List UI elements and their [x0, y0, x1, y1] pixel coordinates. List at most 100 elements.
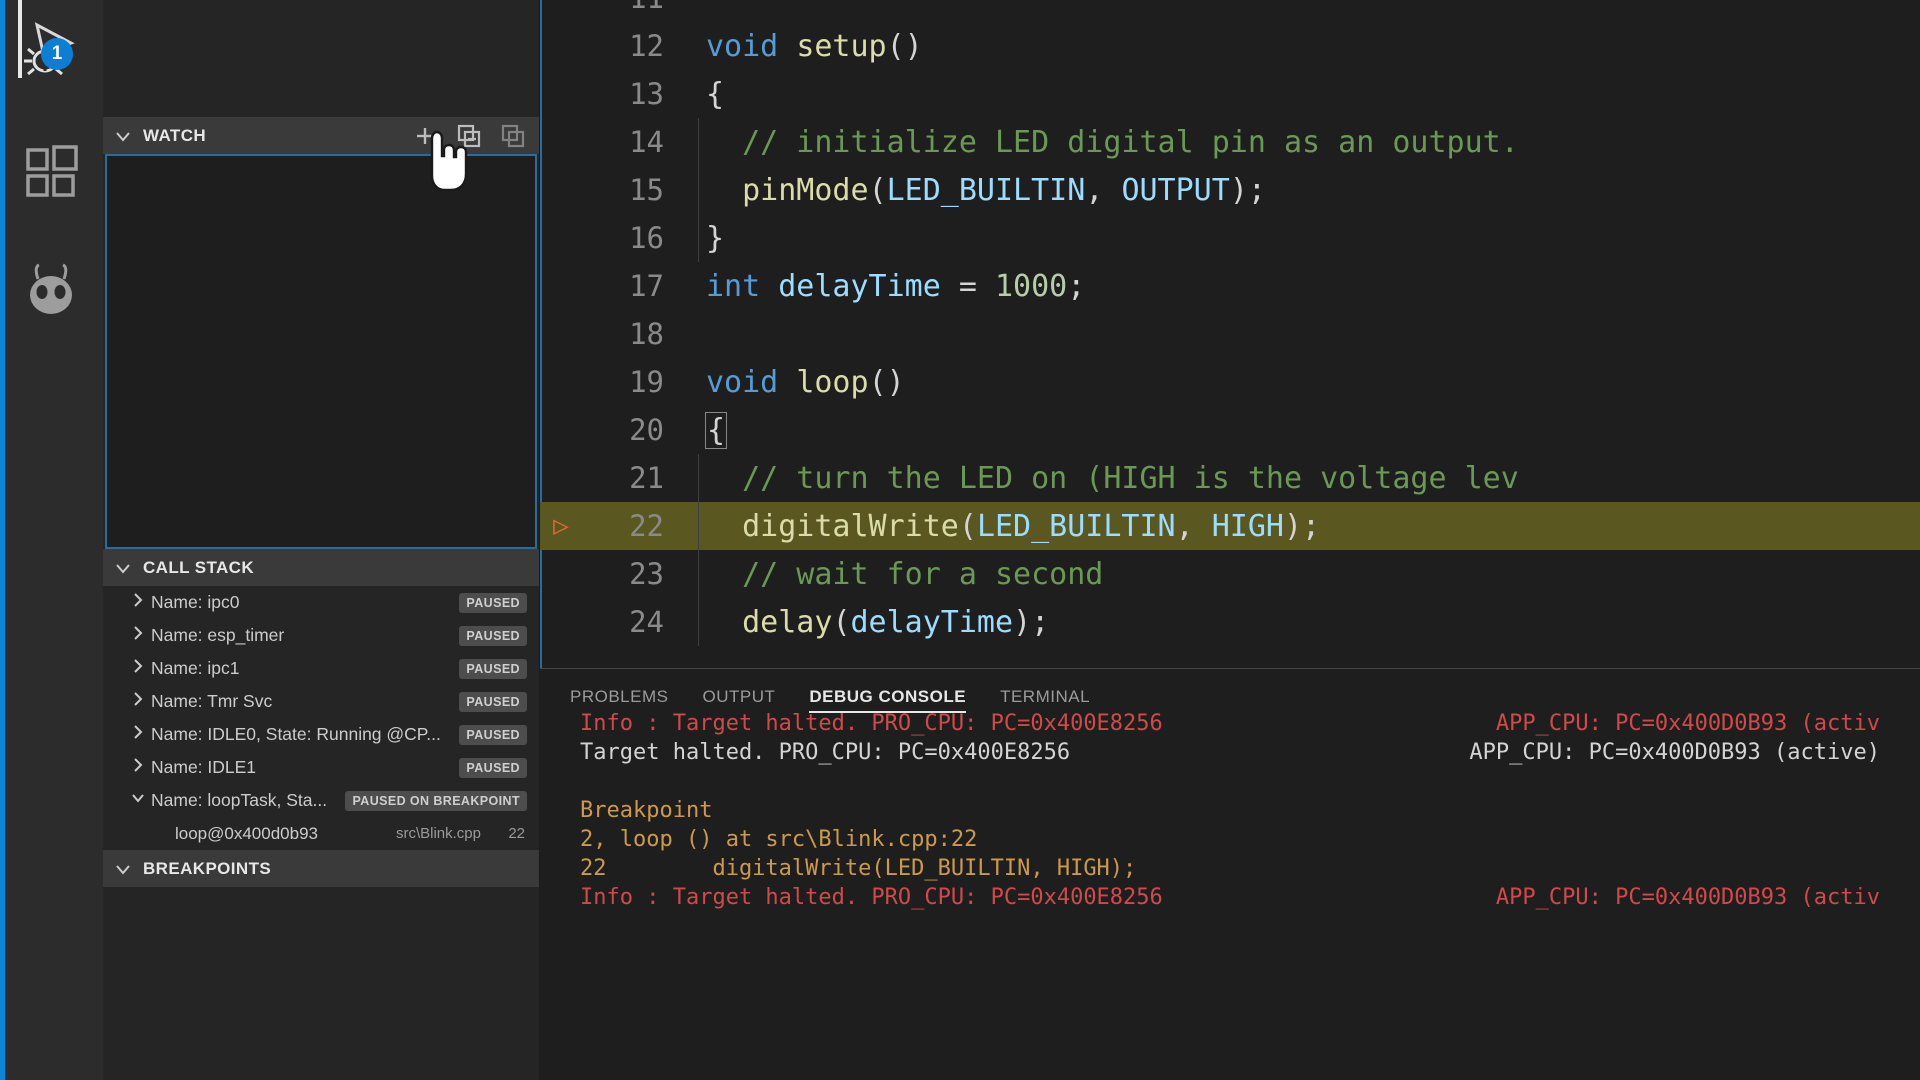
code-token: void [706, 364, 779, 400]
callstack-thread-label: Name: ipc0 [151, 592, 240, 612]
mouse-pointer-hand [423, 130, 469, 192]
line-number: 16 [629, 221, 664, 255]
platformio-icon [23, 263, 81, 322]
code-token: loop [796, 364, 869, 400]
code-token: ; [1067, 268, 1086, 304]
callstack-thread-row[interactable]: Name: ipc0 PAUSED [103, 586, 539, 619]
code-line[interactable]: 16} [540, 214, 1920, 262]
callstack-thread-row[interactable]: Name: loopTask, Sta... PAUSED ON BREAKPOI… [103, 784, 539, 817]
console-line-cpu-info: APP_CPU: PC=0x400D0B93 (activ [1495, 885, 1880, 910]
tab-problems[interactable]: PROBLEMS [570, 669, 668, 725]
callstack-thread-label: Name: ipc1 [151, 658, 240, 678]
tab-debug-console[interactable]: DEBUG CONSOLE [809, 669, 966, 725]
callstack-section-header[interactable]: CALL STACK [103, 549, 539, 586]
chevron-right-icon[interactable] [129, 723, 151, 746]
breakpoints-list [103, 887, 539, 913]
code-line[interactable]: 21 // turn the LED on (HIGH is the volta… [540, 454, 1920, 502]
code-text: pinMode(LED_BUILTIN, OUTPUT); [690, 173, 1266, 208]
line-number: 14 [629, 125, 664, 159]
code-line[interactable]: 23 // wait for a second [540, 550, 1920, 598]
code-line[interactable]: 12 void setup() [540, 22, 1920, 70]
extensions-icon [24, 144, 80, 205]
code-token: = [940, 268, 995, 304]
chevron-right-icon[interactable] [129, 624, 151, 647]
sidebar-item-platformio[interactable] [0, 240, 103, 344]
code-token: , [1175, 508, 1212, 544]
editor-area: 1112void setup()13{14 // initialize LED … [540, 0, 1920, 1080]
breakpoints-section-header[interactable]: BREAKPOINTS [103, 850, 539, 887]
code-line[interactable]: 24 delay(delayTime); [540, 598, 1920, 646]
callstack-thread-row[interactable]: Name: IDLE1 PAUSED [103, 751, 539, 784]
sidebar-top-filler [103, 0, 539, 117]
debug-console-output[interactable]: Info : Target halted. PRO_CPU: PC=0x400E… [540, 711, 1920, 1080]
indent-guide [698, 502, 699, 550]
code-text: int delayTime = 1000; [690, 269, 1085, 304]
console-line-text: Target halted. PRO_CPU: PC=0x400E8256 [580, 740, 1071, 765]
callstack-frame-file: src\Blink.cpp [395, 825, 481, 842]
code-line[interactable]: 13 { [540, 70, 1920, 118]
status-badge: PAUSED [459, 658, 527, 679]
tab-output[interactable]: OUTPUT [702, 669, 775, 725]
chevron-right-icon[interactable] [129, 756, 151, 779]
code-token: OUTPUT [1121, 172, 1230, 208]
callstack-thread-label: Name: IDLE0, State: Running @CP... [151, 724, 441, 744]
code-text: // wait for a second [690, 557, 1103, 592]
breakpoints-section-title: BREAKPOINTS [143, 858, 272, 878]
chevron-right-icon[interactable] [129, 690, 151, 713]
code-line[interactable]: 18 [540, 310, 1920, 358]
callstack-frame-row[interactable]: loop@0x400d0b93 src\Blink.cpp 22 [103, 817, 539, 850]
callstack-thread-row[interactable]: Name: esp_timer PAUSED [103, 619, 539, 652]
code-token: setup [796, 28, 887, 64]
code-line[interactable]: 17 int delayTime = 1000; [540, 262, 1920, 310]
line-number: 21 [629, 461, 664, 495]
tab-terminal[interactable]: TERMINAL [1000, 669, 1090, 725]
line-number: 24 [629, 605, 664, 639]
code-line[interactable]: 20 { [540, 406, 1920, 454]
code-text: void loop() [690, 365, 905, 400]
watch-expression-list[interactable] [105, 154, 537, 549]
console-line: 22 digitalWrite(LED_BUILTIN, HIGH); [580, 856, 1920, 885]
chevron-right-icon[interactable] [129, 591, 151, 614]
activity-bar: 1 [0, 0, 103, 1080]
code-token: LED_BUILTIN [976, 508, 1176, 544]
code-token: delay [742, 604, 833, 640]
code-token: void [706, 28, 779, 64]
console-line-text: 22 digitalWrite(LED_BUILTIN, HIGH); [580, 856, 1137, 881]
code-token: { [704, 411, 728, 449]
watch-section-header[interactable]: WATCH [103, 117, 539, 154]
chevron-down-icon [113, 126, 133, 146]
status-badge: PAUSED ON BREAKPOINT [345, 790, 527, 811]
remove-all-expressions-icon[interactable] [501, 124, 525, 148]
callstack-thread-row[interactable]: Name: IDLE0, State: Running @CP... PAUSED [103, 718, 539, 751]
code-line[interactable]: 15 pinMode(LED_BUILTIN, OUTPUT); [540, 166, 1920, 214]
code-line[interactable]: 11 [540, 0, 1920, 22]
sidebar-item-extensions[interactable] [0, 122, 103, 226]
debug-sidebar: WATCH CALL STACK Name: ipc0 PAUSED Name:… [103, 0, 540, 1080]
code-text: void setup() [690, 29, 923, 64]
chevron-down-icon[interactable] [129, 789, 151, 812]
code-line[interactable]: ▷ 22 digitalWrite(LED_BUILTIN, HIGH); [540, 502, 1920, 550]
console-line: Info : Target halted. PRO_CPU: PC=0x400E… [580, 885, 1920, 914]
callstack-thread-row[interactable]: Name: ipc1 PAUSED [103, 652, 539, 685]
console-line-text: Breakpoint [580, 798, 713, 823]
indent-guide [698, 214, 699, 262]
callstack-section-title: CALL STACK [143, 557, 255, 577]
code-token: } [706, 220, 725, 256]
code-token: // turn the LED on (HIGH is the voltage … [706, 460, 1519, 496]
chevron-right-icon[interactable] [129, 657, 151, 680]
callstack-thread-row[interactable]: Name: Tmr Svc PAUSED [103, 685, 539, 718]
code-token: ( [868, 172, 887, 208]
indent-guide [698, 118, 699, 166]
sidebar-item-run-and-debug[interactable]: 1 [0, 0, 103, 104]
line-number: 13 [629, 77, 664, 111]
code-line[interactable]: 14 // initialize LED digital pin as an o… [540, 118, 1920, 166]
code-token: delayTime [778, 268, 941, 304]
code-line[interactable]: 19 void loop() [540, 358, 1920, 406]
breakpoint-arrow-icon[interactable]: ▷ [540, 513, 582, 539]
code-editor[interactable]: 1112void setup()13{14 // initialize LED … [540, 0, 1920, 668]
